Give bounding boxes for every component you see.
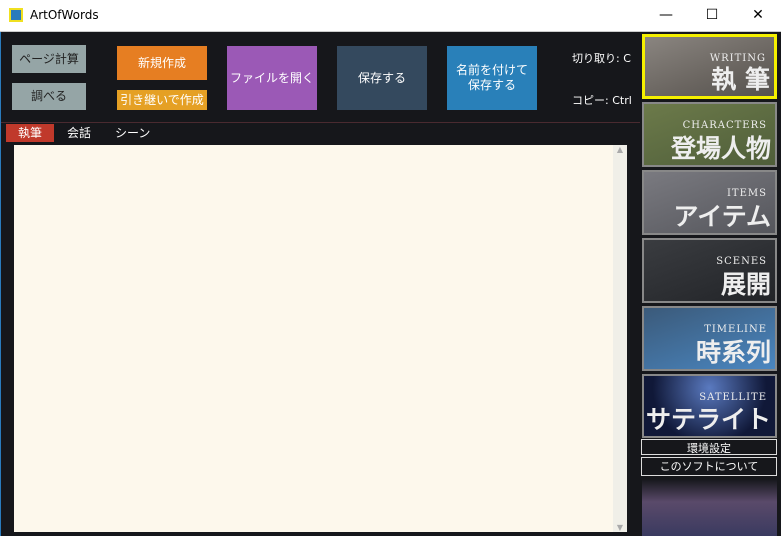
save-as-label-2: 保存する — [467, 78, 516, 92]
tile-jp-label: 展開 — [720, 270, 771, 299]
title-bar: ArtOfWords — ☐ ✕ — [0, 0, 781, 32]
editor-scrollbar[interactable]: ▲ ▼ — [613, 145, 627, 532]
shortcut-cut-text: 切り取り: C — [572, 52, 631, 65]
divider — [1, 122, 641, 123]
save-button[interactable]: 保存する — [337, 46, 427, 110]
text-editor[interactable]: ▲ ▼ — [14, 145, 627, 532]
shortcut-copy-text: コピー: Ctrl — [572, 94, 632, 107]
tile-jp-label: サテライト — [645, 405, 771, 434]
page-calc-button[interactable]: ページ計算 — [12, 45, 86, 73]
save-as-button[interactable]: 名前を付けて 保存する — [447, 46, 537, 110]
inherit-new-button[interactable]: 引き継いで作成 — [117, 90, 207, 110]
tile-jp-label: 登場人物 — [670, 134, 771, 163]
window-title: ArtOfWords — [30, 8, 99, 22]
close-button[interactable]: ✕ — [735, 0, 781, 30]
tile-jp-label: アイテム — [673, 202, 771, 231]
tile-items[interactable]: ITEMS アイテム — [642, 170, 777, 235]
sidebar: WRITING 執 筆 CHARACTERS 登場人物 ITEMS アイテム S… — [640, 32, 781, 536]
tile-satellite[interactable]: SATELLITE サテライト — [642, 374, 777, 438]
maximize-button[interactable]: ☐ — [689, 0, 735, 30]
tab-scene[interactable]: シーン — [103, 124, 162, 142]
new-button[interactable]: 新規作成 — [117, 46, 207, 80]
main-area: ページ計算 調べる 新規作成 引き継いで作成 ファイルを開く 保存する 名前を付… — [0, 32, 641, 536]
tile-writing[interactable]: WRITING 執 筆 — [642, 34, 777, 99]
app-icon — [9, 8, 23, 22]
tile-timeline[interactable]: TIMELINE 時系列 — [642, 306, 777, 371]
tab-writing[interactable]: 執筆 — [6, 124, 55, 142]
tile-characters[interactable]: CHARACTERS 登場人物 — [642, 102, 777, 167]
banner-image[interactable] — [642, 479, 777, 536]
tile-jp-label: 時系列 — [695, 338, 771, 367]
minimize-button[interactable]: — — [643, 0, 689, 30]
open-file-button[interactable]: ファイルを開く — [227, 46, 317, 110]
tile-jp-label: 執 筆 — [711, 65, 770, 94]
lookup-button[interactable]: 調べる — [12, 83, 86, 110]
tile-scenes[interactable]: SCENES 展開 — [642, 238, 777, 303]
about-button[interactable]: このソフトについて — [641, 457, 777, 476]
save-as-label-1: 名前を付けて — [455, 63, 528, 77]
tab-conversation[interactable]: 会話 — [55, 124, 103, 142]
settings-button[interactable]: 環境設定 — [641, 439, 777, 455]
